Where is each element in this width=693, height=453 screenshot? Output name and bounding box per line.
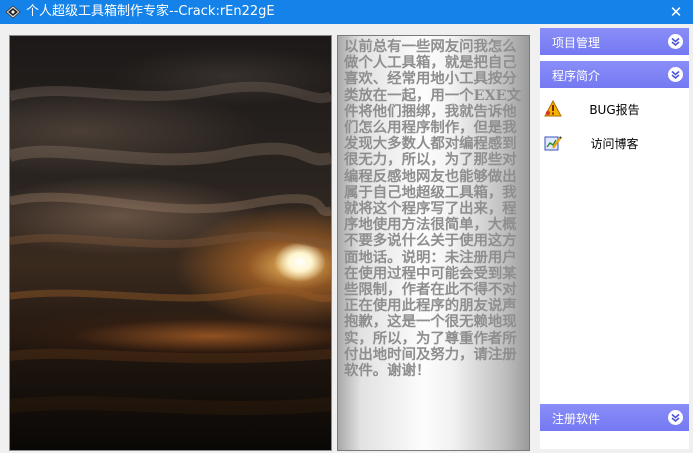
window-title: 个人超级工具箱制作专家--Crack:rEn22gE <box>26 4 275 19</box>
chevron-down-icon <box>668 410 683 425</box>
sidebar-item-label: BUG报告 <box>589 103 640 117</box>
sidebar: 项目管理 程序简介 BUG报告 访问博客 注册软件 <box>540 28 689 449</box>
close-button[interactable]: ✕ <box>659 0 693 24</box>
section-project-management[interactable]: 项目管理 <box>540 28 689 55</box>
sidebar-item-bug-report[interactable]: BUG报告 <box>544 97 685 121</box>
section-label: 程序简介 <box>552 69 601 83</box>
close-icon: ✕ <box>669 3 683 21</box>
section-program-intro[interactable]: 程序简介 <box>540 61 689 88</box>
cloud-streaks <box>10 81 331 415</box>
sunset-cloud-image <box>9 35 332 451</box>
sidebar-item-label: 访问博客 <box>590 137 639 151</box>
intro-text: 以前总有一些网友问我怎么做个人工具箱，就是把自己喜欢、经常用地小工具按分类放在一… <box>344 38 522 380</box>
title-bar: 个人超级工具箱制作专家--Crack:rEn22gE ✕ <box>0 0 693 24</box>
section-label: 项目管理 <box>552 36 601 50</box>
app-icon <box>5 5 21 19</box>
chevron-down-icon <box>668 34 683 49</box>
chevron-down-icon <box>668 67 683 82</box>
section-label: 注册软件 <box>552 412 601 426</box>
sidebar-item-visit-blog[interactable]: 访问博客 <box>544 131 685 155</box>
section-register-software[interactable]: 注册软件 <box>540 404 689 431</box>
intro-panel: 以前总有一些网友问我怎么做个人工具箱，就是把自己喜欢、经常用地小工具按分类放在一… <box>337 35 530 451</box>
